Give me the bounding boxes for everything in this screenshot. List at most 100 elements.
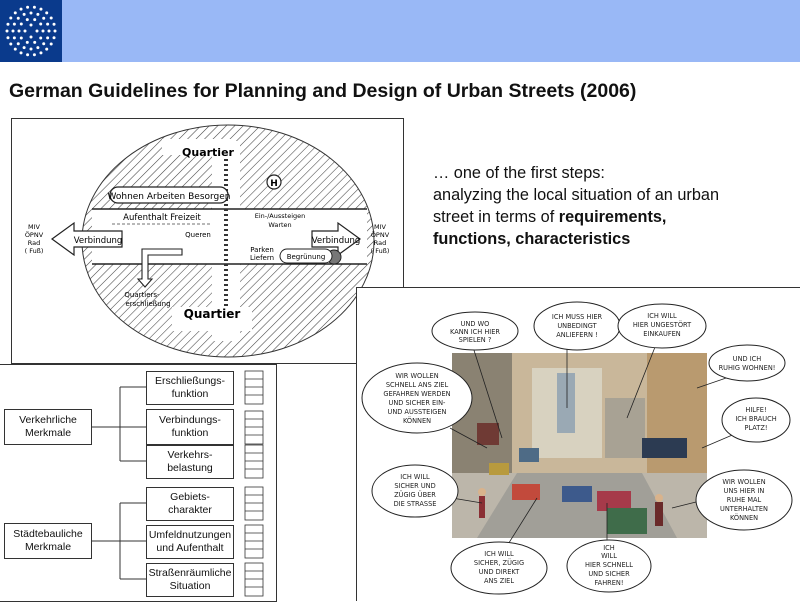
bubble-9-text: UND DIREKT — [479, 568, 521, 576]
pedestrian-icon — [655, 502, 663, 526]
bubble-8-text: RUHE MAL — [727, 496, 762, 504]
bubble-3-text: ICH WILL — [647, 312, 677, 320]
logo-star — [25, 18, 29, 22]
logo-star — [6, 22, 10, 26]
group-staedtebauliche-merkmale: Städtebauliche Merkmale — [4, 523, 92, 559]
aufenthalt-label: Aufenthalt Freizeit — [123, 213, 201, 223]
bubble-4-text: RUHIG WOHNEN! — [719, 364, 776, 372]
logo-star — [41, 29, 45, 33]
logo-star — [12, 22, 16, 26]
item-label-line: Straßenräumliche — [148, 567, 232, 579]
logo-star — [49, 42, 53, 46]
quartierserschliessung-label-1: Quartiers- — [124, 291, 160, 299]
logo-star — [42, 16, 46, 20]
bubble-6-text: ICH BRAUCH — [735, 415, 776, 423]
bubble-7-text: SICHER UND — [394, 482, 435, 490]
group-label-line: Merkmale — [24, 427, 72, 439]
characteristics-table: Verkehrliche Merkmale Städtebauliche Merkm… — [0, 364, 277, 602]
bubble-1-text: KANN ICH HIER — [450, 328, 500, 336]
fuss-left-label: ( Fuß) — [25, 247, 44, 255]
bubble-8-text: WIR WOLLEN — [722, 478, 765, 486]
logo-star — [33, 40, 37, 44]
car-icon — [562, 486, 592, 502]
quartier-top-label: Quartier — [182, 146, 235, 159]
logo-star — [39, 7, 43, 11]
group-label-line: Merkmale — [24, 541, 72, 553]
logo-star — [46, 36, 50, 40]
fuss-right-label: ( Fuß) — [371, 247, 390, 255]
quartierserschliessung-label-2: erschließung — [125, 300, 170, 308]
item-label-line: Gebiets- — [170, 491, 210, 503]
logo-star — [29, 47, 33, 51]
bubble-10-text: UND SICHER — [588, 570, 630, 578]
bubble-7-text: ZÜGIG ÜBER — [394, 490, 436, 499]
parken-label: Parken — [250, 246, 274, 254]
caption-line-1: … one of the first steps: — [433, 164, 605, 182]
bubble-10-text: HIER SCHNELL — [585, 561, 633, 569]
item-erschliessungsfunktion: Erschließungs-funktion — [146, 371, 234, 405]
item-strassenraeumliche-situation: Straßenräumliche Situation — [146, 563, 234, 597]
logo-star — [32, 5, 36, 9]
item-label-line: und Aufenthalt — [156, 542, 224, 554]
item-label-line: Verbindungs- — [159, 414, 221, 426]
bubble-7-text: ICH WILL — [400, 473, 430, 481]
logo-star — [5, 29, 9, 33]
bubble-10-text: WILL — [601, 552, 617, 560]
logo-star — [6, 36, 10, 40]
page-title: German Guidelines for Planning and Desig… — [9, 80, 637, 102]
bubble-5-text: UND SICHER EIN- — [389, 399, 447, 407]
bubble-8-text: KÖNNEN — [730, 513, 758, 522]
car-icon — [512, 484, 540, 500]
logo-star — [17, 29, 21, 33]
rad-left-label: Rad — [28, 239, 40, 247]
item-label-line: Erschließungs- — [154, 375, 226, 387]
logo-star — [13, 11, 17, 15]
logo-star — [36, 46, 40, 50]
bubble-9-text: ICH WILL — [484, 550, 514, 558]
logo-star — [26, 5, 30, 9]
car-icon — [489, 463, 509, 475]
item-label-line: Umfeldnutzungen — [148, 529, 232, 541]
street-function-diagram: Wohnen Arbeiten Besorgen Aufenthalt Frei… — [11, 118, 404, 364]
logo-star — [16, 42, 20, 46]
diagram-svg: Wohnen Arbeiten Besorgen Aufenthalt Frei… — [25, 124, 390, 358]
sketch-svg: UND WO KANN ICH HIER SPIELEN ? ICH MUSS … — [361, 301, 793, 595]
pedestrian-icon — [479, 496, 485, 518]
logo-star — [47, 29, 51, 33]
group-label-line: Verkehrliche — [19, 414, 77, 426]
bubble-8-text: UNTERHALTEN — [720, 505, 768, 513]
shop-awning — [642, 438, 687, 458]
bubble-3-text: EINKAUFEN — [643, 330, 681, 338]
logo-star — [9, 42, 13, 46]
logo-star — [39, 36, 43, 40]
logo-star — [29, 11, 33, 15]
caption-requirements: requirements, — [558, 208, 667, 226]
item-verkehrsbelastung: Verkehrs-belastung — [146, 445, 234, 479]
queren-label: Queren — [185, 231, 211, 239]
logo-star — [19, 7, 23, 11]
logo-star — [12, 36, 16, 40]
item-gebietscharakter: Gebiets-charakter — [146, 487, 234, 521]
logo-star — [52, 22, 56, 26]
bubble-5-text: WIR WOLLEN — [395, 372, 438, 380]
logo-star — [45, 47, 49, 51]
header-bar — [0, 0, 800, 62]
bubble-1-text: UND WO — [461, 320, 490, 328]
wohnen-label: Wohnen Arbeiten Besorgen — [107, 192, 230, 202]
logo-star — [32, 53, 36, 57]
item-label-line: belastung — [167, 462, 213, 474]
bubble-2-text: ICH MUSS HIER — [552, 313, 603, 321]
bubble-5-text: UND AUSSTEIGEN — [388, 408, 447, 416]
bubble-5-text: GEFAHREN WERDEN — [383, 390, 450, 398]
logo-star — [45, 11, 49, 15]
group-label-line: Städtebauliche — [13, 528, 83, 540]
item-umfeldnutzungen: Umfeldnutzungen und Aufenthalt — [146, 525, 234, 559]
logo-star — [25, 40, 29, 44]
logo-star — [36, 12, 40, 16]
bubble-7-text: DIE STRASSE — [394, 500, 437, 508]
logo-star — [16, 16, 20, 20]
oepnv-right-label: ÖPNV — [371, 230, 390, 239]
car-icon — [519, 448, 539, 462]
logo-star — [46, 22, 50, 26]
table-connectors — [91, 370, 264, 597]
